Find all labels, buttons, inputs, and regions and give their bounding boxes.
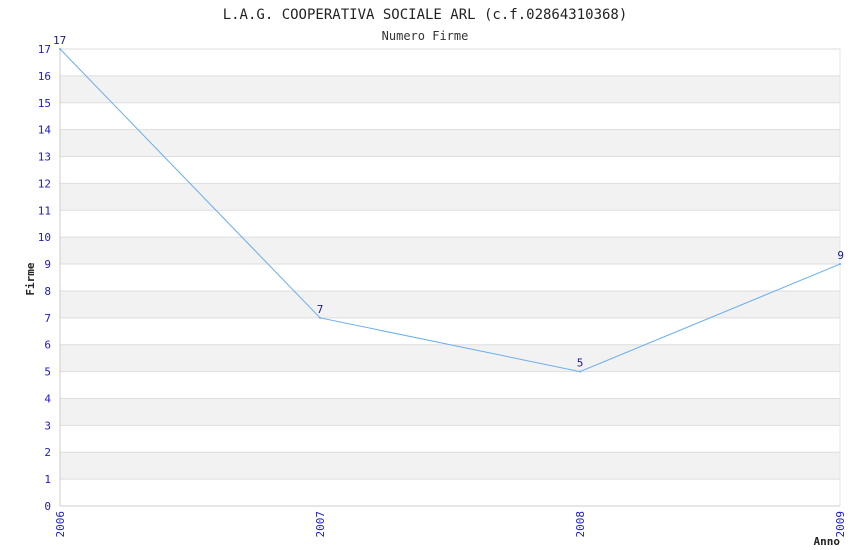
- background-band: [60, 398, 840, 426]
- y-tick-label: 10: [38, 231, 51, 244]
- data-label: 9: [837, 249, 844, 262]
- y-tick-label: 5: [44, 366, 51, 379]
- chart-title: L.A.G. COOPERATIVA SOCIALE ARL (c.f.0286…: [223, 7, 628, 23]
- background-bands: [60, 49, 840, 506]
- y-tick-label: 3: [44, 419, 51, 432]
- background-band: [60, 425, 840, 453]
- y-tick-label: 15: [38, 97, 51, 110]
- background-band: [60, 210, 840, 238]
- y-tick-label: 16: [38, 70, 51, 83]
- background-band: [60, 290, 840, 318]
- x-axis-title: Anno: [814, 535, 841, 548]
- background-band: [60, 344, 840, 372]
- y-tick-label: 9: [44, 258, 51, 271]
- x-tick-label: 2006: [54, 511, 67, 538]
- data-label: 7: [317, 303, 324, 316]
- y-tick-label: 0: [44, 500, 51, 513]
- background-band: [60, 452, 840, 480]
- y-tick-label: 2: [44, 446, 51, 459]
- y-tick-label: 11: [38, 204, 51, 217]
- background-band: [60, 371, 840, 399]
- chart-subtitle: Numero Firme: [382, 29, 469, 43]
- y-tick-label: 13: [38, 151, 51, 164]
- y-tick-label: 1: [44, 473, 51, 486]
- data-point: [579, 370, 581, 373]
- y-tick-label: 4: [44, 392, 51, 405]
- background-band: [60, 237, 840, 265]
- background-band: [60, 49, 840, 76]
- data-point: [839, 263, 841, 266]
- data-label: 17: [53, 34, 66, 47]
- x-tick-label: 2007: [314, 511, 327, 538]
- y-tick-label: 6: [44, 339, 51, 352]
- data-point: [59, 48, 61, 50]
- background-band: [60, 75, 840, 103]
- data-point: [319, 316, 321, 319]
- y-tick-label: 8: [44, 285, 51, 298]
- x-tick-label: 2009: [834, 511, 847, 538]
- y-axis-title: Firme: [24, 262, 37, 295]
- y-tick-label: 12: [38, 177, 51, 190]
- background-band: [60, 183, 840, 211]
- background-band: [60, 102, 840, 130]
- line-chart: 012345678910111213141516172006 2007 2008 20…: [24, 7, 847, 548]
- background-band: [60, 479, 840, 506]
- background-band: [60, 129, 840, 157]
- y-tick-label: 17: [38, 43, 51, 56]
- y-tick-label: 7: [44, 312, 51, 325]
- background-band: [60, 264, 840, 291]
- y-tick-label: 14: [38, 124, 52, 137]
- background-band: [60, 317, 840, 345]
- chart-container: 0 1 2 3 4 5 6 7 8 9 10 11 12 13 14 15 16 17 2006 2007 2008 20…: [0, 0, 850, 550]
- data-label: 5: [577, 357, 584, 370]
- x-tick-label: 2008: [574, 511, 587, 538]
